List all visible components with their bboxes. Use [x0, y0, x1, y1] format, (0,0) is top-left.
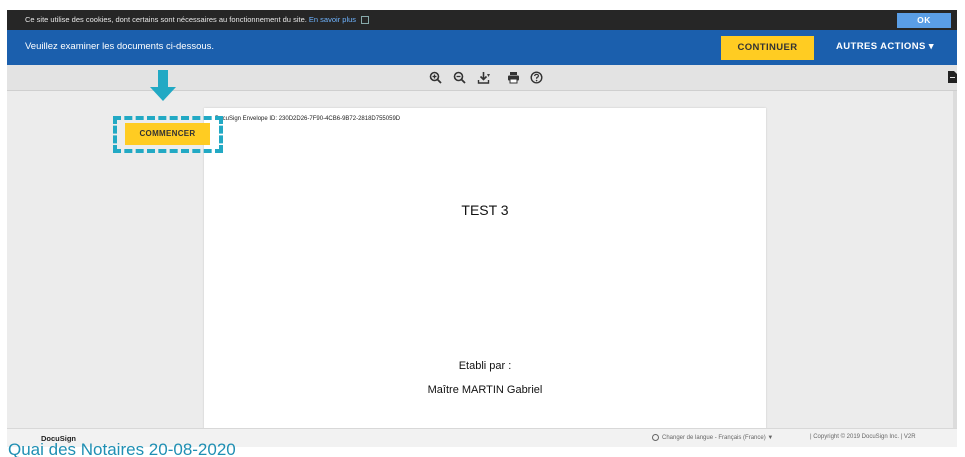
continue-button[interactable]: CONTINUER: [721, 36, 814, 60]
zoom-out-icon[interactable]: [453, 71, 466, 89]
scrollbar-track[interactable]: [953, 91, 957, 428]
cookie-ok-button[interactable]: OK: [897, 13, 951, 28]
help-icon[interactable]: [530, 71, 543, 89]
language-label: Changer de langue - Français (France) ▼: [662, 435, 774, 442]
start-arrow-head-icon: [150, 87, 176, 101]
other-actions-menu[interactable]: AUTRES ACTIONS ▾: [836, 41, 934, 52]
action-bar: Veuillez examiner les documents ci-desso…: [7, 30, 957, 65]
document-page: DocuSign Envelope ID: 230D2D26-7F90-4CB6…: [204, 108, 766, 428]
document-view-icon[interactable]: [948, 70, 957, 88]
caption-text: Quai des Notaires 20-08-2020: [8, 441, 236, 457]
cookie-text: Ce site utilise des cookies, dont certai…: [25, 15, 307, 24]
document-author: Maître MARTIN Gabriel: [427, 384, 543, 396]
print-icon[interactable]: [507, 71, 520, 89]
start-arrow-icon: [158, 70, 168, 88]
review-message: Veuillez examiner les documents ci-desso…: [25, 41, 215, 52]
download-caret-icon: ▾: [487, 73, 491, 79]
envelope-id: DocuSign Envelope ID: 230D2D26-7F90-4CB6…: [215, 116, 401, 122]
globe-icon: [652, 434, 659, 441]
cookie-banner: Ce site utilise des cookies, dont certai…: [7, 10, 957, 30]
download-icon[interactable]: ▾: [477, 71, 490, 89]
cookie-message: Ce site utilise des cookies, dont certai…: [25, 15, 370, 25]
start-button[interactable]: COMMENCER: [125, 123, 210, 145]
language-selector[interactable]: Changer de langue - Français (France) ▼: [652, 434, 773, 441]
external-link-icon: [361, 16, 370, 25]
document-established-by: Etabli par :: [458, 360, 512, 372]
learn-more-link[interactable]: En savoir plus: [309, 15, 356, 24]
zoom-in-icon[interactable]: [429, 71, 442, 89]
copyright: | Copyright © 2019 DocuSign Inc. | V2R: [810, 434, 916, 440]
document-title: TEST 3: [461, 202, 509, 218]
